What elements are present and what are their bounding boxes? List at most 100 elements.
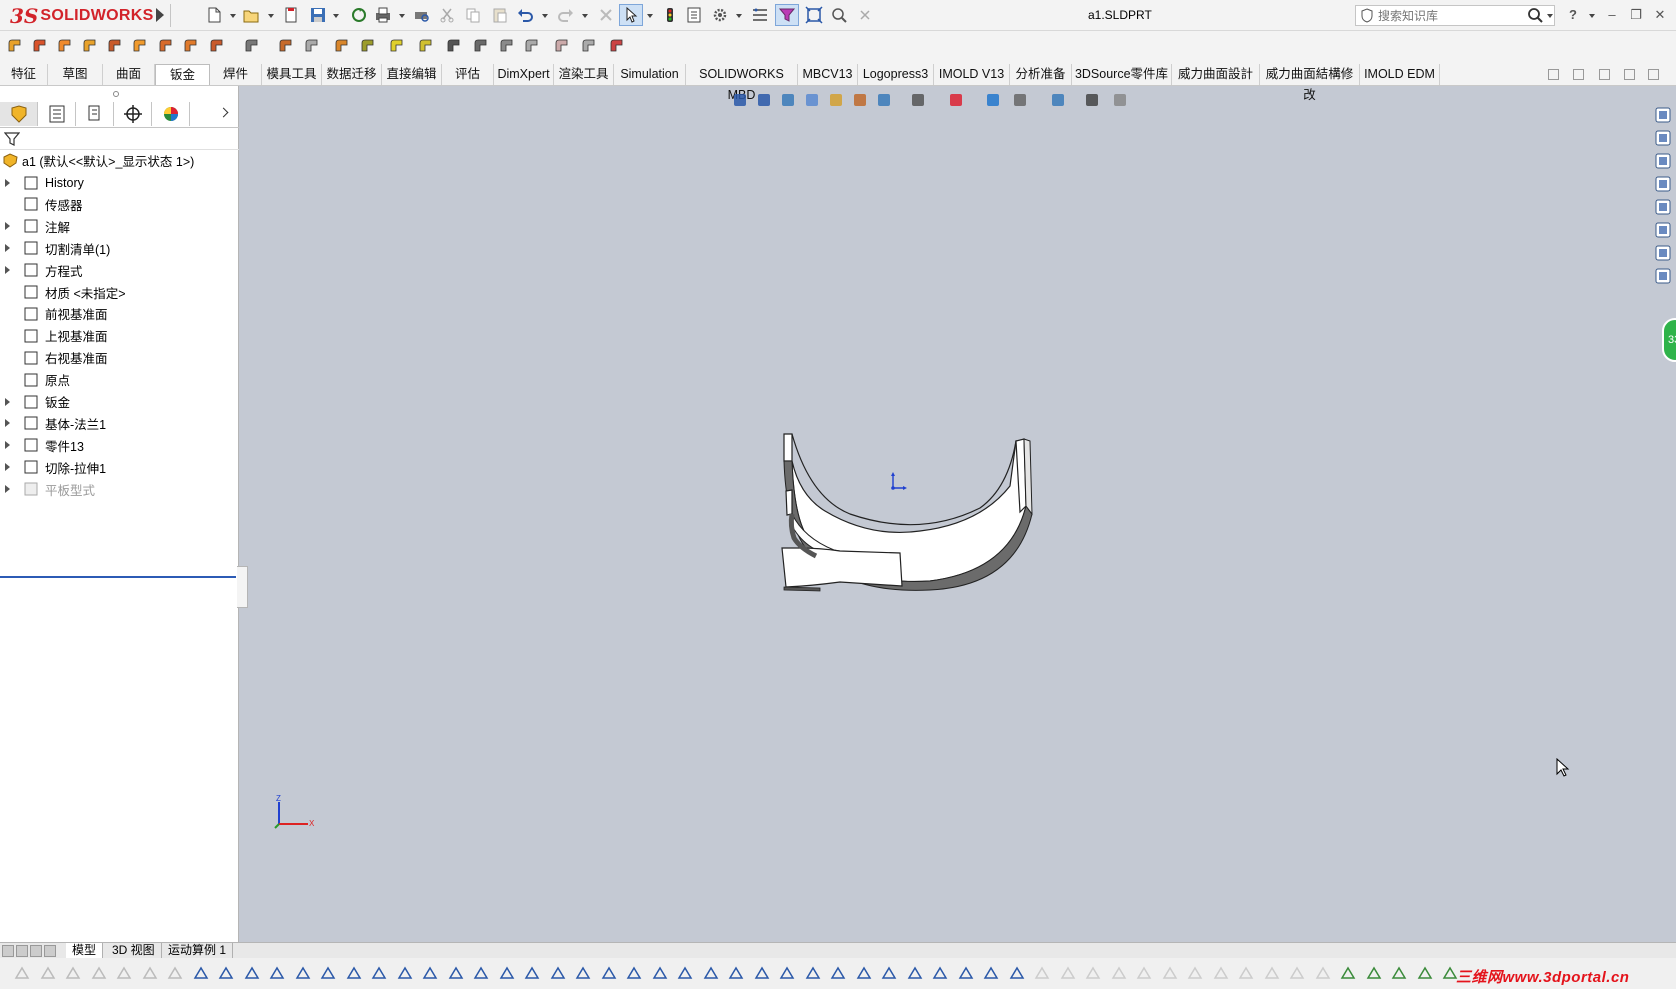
tab-17[interactable]: 3DSource零件库 <box>1072 64 1172 85</box>
chevron-down-icon[interactable] <box>582 14 588 18</box>
redo-icon[interactable] <box>556 5 576 25</box>
realview-icon[interactable] <box>1048 90 1068 110</box>
bottom-toolbar-icon[interactable] <box>599 963 619 983</box>
view-palette-icon[interactable] <box>1653 174 1673 194</box>
bottom-toolbar-icon[interactable] <box>777 963 797 983</box>
unfold-icon[interactable] <box>387 36 407 56</box>
bottom-toolbar-icon[interactable] <box>1287 963 1307 983</box>
restore-doc-icon[interactable] <box>1624 69 1635 80</box>
pin-left-icon[interactable] <box>1548 69 1559 80</box>
ambient-occlusion-icon[interactable] <box>1110 90 1130 110</box>
solidworks-resources-icon[interactable] <box>1653 105 1673 125</box>
3dexperience-icon[interactable] <box>1653 266 1673 286</box>
expand-arrow-icon[interactable] <box>5 244 10 253</box>
bottom-toolbar-icon[interactable] <box>89 963 109 983</box>
chevron-down-icon[interactable] <box>333 14 339 18</box>
close-button[interactable]: ✕ <box>1651 6 1669 24</box>
tree-root-part[interactable]: a1 (默认<<默认>_显示状态 1>) <box>0 150 239 171</box>
corner-icon[interactable] <box>242 36 262 56</box>
edit-appearance-icon[interactable] <box>946 90 966 110</box>
tree-item[interactable]: History <box>0 172 239 193</box>
graphics-area[interactable]: Z X <box>240 86 1650 942</box>
menu-expand-arrow-icon[interactable] <box>156 8 164 22</box>
flatten-icon[interactable] <box>444 36 464 56</box>
zoom-to-fit-icon[interactable] <box>804 5 824 25</box>
bottom-toolbar-icon[interactable] <box>803 963 823 983</box>
bottom-toolbar-icon[interactable] <box>12 963 32 983</box>
tree-item[interactable]: 前视基准面 <box>0 303 239 324</box>
bottom-toolbar-icon[interactable] <box>140 963 160 983</box>
tree-item[interactable]: 零件13 <box>0 435 239 456</box>
no-bends-icon[interactable] <box>471 36 491 56</box>
bottom-toolbar-icon[interactable] <box>446 963 466 983</box>
bottom-toolbar-icon[interactable] <box>1364 963 1384 983</box>
undo-icon[interactable] <box>515 5 535 25</box>
options-gear-icon[interactable] <box>710 5 730 25</box>
tab-6[interactable]: 数据迁移 <box>322 64 382 85</box>
bottom-toolbar-icon[interactable] <box>573 963 593 983</box>
bottom-toolbar-icon[interactable] <box>1032 963 1052 983</box>
bottom-toolbar-icon[interactable] <box>293 963 313 983</box>
tree-item[interactable]: 方程式 <box>0 260 239 281</box>
fold-icon[interactable] <box>416 36 436 56</box>
tab-15[interactable]: IMOLD V13 <box>934 64 1010 85</box>
tree-item[interactable]: 原点 <box>0 369 239 390</box>
bottom-toolbar-icon[interactable] <box>752 963 772 983</box>
bottom-tab[interactable]: 运动算例 1 <box>162 943 234 959</box>
dynamic-annotation-icon[interactable] <box>826 90 846 110</box>
tab-scroll-buttons[interactable] <box>2 945 62 957</box>
tree-item[interactable]: 传感器 <box>0 194 239 215</box>
appearances-scenes-icon[interactable] <box>1653 197 1673 217</box>
tab-14[interactable]: Logopress3 <box>858 64 934 85</box>
bottom-toolbar-icon[interactable] <box>63 963 83 983</box>
delete-icon[interactable] <box>596 5 616 25</box>
tree-item[interactable]: 上视基准面 <box>0 325 239 346</box>
bottom-toolbar-icon[interactable] <box>930 963 950 983</box>
lofted-bend-icon[interactable] <box>55 36 75 56</box>
bottom-toolbar-icon[interactable] <box>1389 963 1409 983</box>
bottom-toolbar-icon[interactable] <box>318 963 338 983</box>
previous-view-icon[interactable] <box>778 90 798 110</box>
print-icon[interactable] <box>373 5 393 25</box>
forum-icon[interactable] <box>1653 243 1673 263</box>
zoom-to-area-icon[interactable] <box>754 90 774 110</box>
tab-2[interactable]: 曲面 <box>103 64 155 85</box>
tab-16[interactable]: 分析准备 <box>1010 64 1072 85</box>
traffic-light-icon[interactable] <box>660 5 680 25</box>
bottom-toolbar-icon[interactable] <box>471 963 491 983</box>
bottom-toolbar-icon[interactable] <box>395 963 415 983</box>
tab-0[interactable]: 特征 <box>0 64 48 85</box>
chevron-down-icon[interactable] <box>647 14 653 18</box>
cut-icon[interactable] <box>437 5 457 25</box>
new-icon[interactable] <box>204 5 224 25</box>
new-document-red-icon[interactable] <box>281 5 301 25</box>
bottom-toolbar-icon[interactable] <box>242 963 262 983</box>
pane-grip-handle[interactable] <box>113 91 119 97</box>
hide-show-icon[interactable] <box>908 90 928 110</box>
bottom-toolbar-icon[interactable] <box>905 963 925 983</box>
tab-4[interactable]: 焊件 <box>210 64 262 85</box>
tab-10[interactable]: 渲染工具 <box>554 64 614 85</box>
bottom-toolbar-icon[interactable] <box>675 963 695 983</box>
bottom-toolbar-icon[interactable] <box>548 963 568 983</box>
sketched-bend-icon[interactable] <box>181 36 201 56</box>
expand-arrow-icon[interactable] <box>5 419 10 428</box>
bottom-toolbar-icon[interactable] <box>1338 963 1358 983</box>
rollback-bar[interactable] <box>0 576 236 578</box>
feature-manager-tab[interactable] <box>0 102 38 126</box>
scroll-next-icon[interactable] <box>30 945 42 957</box>
base-flange-icon[interactable] <box>5 36 25 56</box>
bottom-toolbar-icon[interactable] <box>1109 963 1129 983</box>
chevron-down-icon[interactable] <box>1589 14 1595 18</box>
bottom-toolbar-icon[interactable] <box>701 963 721 983</box>
design-library-icon[interactable] <box>1653 128 1673 148</box>
apply-scene-icon[interactable] <box>983 90 1003 110</box>
tree-item[interactable]: 右视基准面 <box>0 347 239 368</box>
display-style-icon[interactable] <box>874 90 894 110</box>
save-icon[interactable] <box>308 5 328 25</box>
bottom-toolbar-icon[interactable] <box>981 963 1001 983</box>
minimize-button[interactable]: – <box>1603 6 1621 24</box>
dimxpert-manager-tab[interactable] <box>114 102 152 126</box>
scroll-last-icon[interactable] <box>44 945 56 957</box>
bottom-toolbar-icon[interactable] <box>1211 963 1231 983</box>
